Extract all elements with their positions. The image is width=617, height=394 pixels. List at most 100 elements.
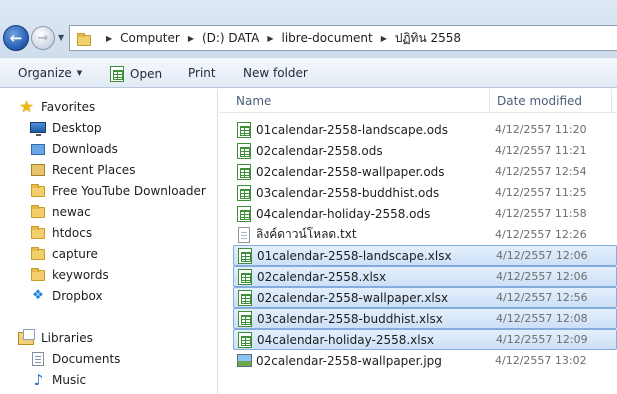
nav-item-free-youtube-downloader[interactable]: Free YouTube Downloader <box>30 181 206 201</box>
folder-icon <box>76 32 92 46</box>
recent-places-icon <box>30 162 46 178</box>
print-button[interactable]: Print <box>188 66 216 80</box>
file-row[interactable]: 02calendar-2558-wallpaper.ods 4/12/2557 … <box>233 161 617 182</box>
spreadsheet-icon <box>237 184 251 201</box>
file-row-selected[interactable]: 02calendar-2558.xlsx 4/12/2557 12:06 <box>233 266 617 287</box>
file-name: 02calendar-2558-wallpaper.jpg <box>256 353 442 368</box>
file-name: 02calendar-2558.ods <box>256 143 383 158</box>
file-date: 4/12/2557 12:54 <box>495 165 587 178</box>
nav-item-label: Dropbox <box>52 289 103 303</box>
file-name: 02calendar-2558.xlsx <box>257 269 387 284</box>
file-list: Name Date modified 01calendar-2558-lands… <box>219 89 617 394</box>
spreadsheet-icon <box>237 142 251 159</box>
chevron-right-icon[interactable]: ▶ <box>267 34 273 43</box>
nav-item-downloads[interactable]: Downloads <box>30 139 118 159</box>
folder-icon <box>30 183 46 199</box>
file-row[interactable]: 02calendar-2558.ods 4/12/2557 11:21 <box>233 140 617 161</box>
organize-label: Organize <box>18 66 72 80</box>
spreadsheet-icon <box>238 289 252 306</box>
breadcrumb-drive[interactable]: (D:) DATA <box>202 31 259 45</box>
back-arrow-icon: ← <box>9 29 23 47</box>
file-row[interactable]: 03calendar-2558-buddhist.ods 4/12/2557 1… <box>233 182 617 203</box>
nav-item-capture[interactable]: capture <box>30 244 98 264</box>
file-name: 04calendar-holiday-2558.xlsx <box>257 332 434 347</box>
nav-item-htdocs[interactable]: htdocs <box>30 223 92 243</box>
nav-item-label: capture <box>52 247 98 261</box>
nav-item-documents[interactable]: Documents <box>30 349 120 369</box>
organize-button[interactable]: Organize ▼ <box>18 66 82 80</box>
file-name: 01calendar-2558-landscape.ods <box>256 122 449 137</box>
column-divider[interactable] <box>489 89 490 113</box>
chevron-right-icon[interactable]: ▶ <box>188 34 194 43</box>
nav-item-desktop[interactable]: Desktop <box>30 118 102 138</box>
file-row[interactable]: ลิงค์ดาวน์โหลด.txt 4/12/2557 12:26 <box>233 224 617 245</box>
breadcrumb-current-folder[interactable]: ปฏิทิน 2558 <box>395 29 461 48</box>
nav-item-label: Music <box>52 373 87 387</box>
file-row-selected[interactable]: 02calendar-2558-wallpaper.xlsx 4/12/2557… <box>233 287 617 308</box>
breadcrumb-libre-document[interactable]: libre-document <box>282 31 373 45</box>
text-file-icon <box>237 226 251 243</box>
nav-item-keywords[interactable]: keywords <box>30 265 109 285</box>
recent-pages-dropdown-icon[interactable]: ▼ <box>58 33 64 42</box>
column-divider[interactable] <box>611 89 612 113</box>
column-header: Name Date modified <box>219 89 617 113</box>
libraries-icon <box>18 328 35 347</box>
new-folder-button[interactable]: New folder <box>243 66 308 80</box>
print-label: Print <box>188 66 216 80</box>
chevron-down-icon: ▼ <box>76 69 83 77</box>
file-date: 4/12/2557 11:58 <box>495 207 587 220</box>
file-row[interactable]: 01calendar-2558-landscape.ods 4/12/2557 … <box>233 119 617 140</box>
open-button[interactable]: Open <box>110 66 162 82</box>
nav-item-label: newac <box>52 205 91 219</box>
forward-arrow-icon: → <box>37 30 49 46</box>
nav-item-newac[interactable]: newac <box>30 202 91 222</box>
file-date: 4/12/2557 11:20 <box>495 123 587 136</box>
nav-item-label: Desktop <box>52 121 102 135</box>
file-date: 4/12/2557 12:09 <box>496 333 588 346</box>
file-row-selected[interactable]: 01calendar-2558-landscape.xlsx 4/12/2557… <box>233 245 617 266</box>
nav-libraries[interactable]: Libraries <box>18 328 93 348</box>
downloads-folder-icon <box>30 141 46 157</box>
folder-icon <box>30 267 46 283</box>
column-header-name[interactable]: Name <box>236 94 271 108</box>
file-date: 4/12/2557 12:56 <box>496 291 588 304</box>
back-button[interactable]: ← <box>3 25 29 51</box>
desktop-icon <box>30 120 46 136</box>
column-header-date-modified[interactable]: Date modified <box>497 94 582 108</box>
breadcrumb-computer[interactable]: Computer <box>120 31 180 45</box>
file-row[interactable]: 04calendar-holiday-2558.ods 4/12/2557 11… <box>233 203 617 224</box>
spreadsheet-icon <box>238 247 252 264</box>
folder-icon <box>30 225 46 241</box>
nav-item-recent-places[interactable]: Recent Places <box>30 160 135 180</box>
spreadsheet-icon <box>238 331 252 348</box>
music-icon: ♪ <box>33 371 44 389</box>
dropbox-icon: ❖ <box>32 288 44 303</box>
nav-favorites[interactable]: ★ Favorites <box>18 97 95 117</box>
file-row-selected[interactable]: 03calendar-2558-buddhist.xlsx 4/12/2557 … <box>233 308 617 329</box>
file-date: 4/12/2557 12:26 <box>495 228 587 241</box>
chevron-right-icon[interactable]: ▶ <box>381 34 387 43</box>
file-row[interactable]: 02calendar-2558-wallpaper.jpg 4/12/2557 … <box>233 350 617 371</box>
favorites-label: Favorites <box>41 100 96 114</box>
folder-icon <box>30 204 46 220</box>
nav-item-dropbox[interactable]: ❖ Dropbox <box>30 286 103 306</box>
nav-item-label: htdocs <box>52 226 93 240</box>
chevron-right-icon[interactable]: ▶ <box>106 34 112 43</box>
file-date: 4/12/2557 12:06 <box>496 249 588 262</box>
image-file-icon <box>237 353 252 369</box>
star-icon: ★ <box>19 96 34 116</box>
nav-item-label: Recent Places <box>52 163 136 177</box>
file-name: ลิงค์ดาวน์โหลด.txt <box>256 227 357 241</box>
nav-item-label: Free YouTube Downloader <box>52 184 206 198</box>
command-toolbar: Organize ▼ Open Print New folder <box>0 58 617 88</box>
navigation-pane: ★ Favorites Desktop Downloads Recent Pla… <box>0 89 218 394</box>
file-date: 4/12/2557 11:25 <box>495 186 587 199</box>
spreadsheet-icon <box>237 205 251 222</box>
file-row-selected[interactable]: 04calendar-holiday-2558.xlsx 4/12/2557 1… <box>233 329 617 350</box>
file-name: 02calendar-2558-wallpaper.xlsx <box>257 290 449 305</box>
address-bar[interactable]: ▶ Computer ▶ (D:) DATA ▶ libre-document … <box>69 25 617 51</box>
spreadsheet-icon <box>238 268 252 285</box>
nav-item-music[interactable]: ♪ Music <box>30 370 86 390</box>
file-date: 4/12/2557 11:21 <box>495 144 587 157</box>
forward-button[interactable]: → <box>31 26 55 50</box>
